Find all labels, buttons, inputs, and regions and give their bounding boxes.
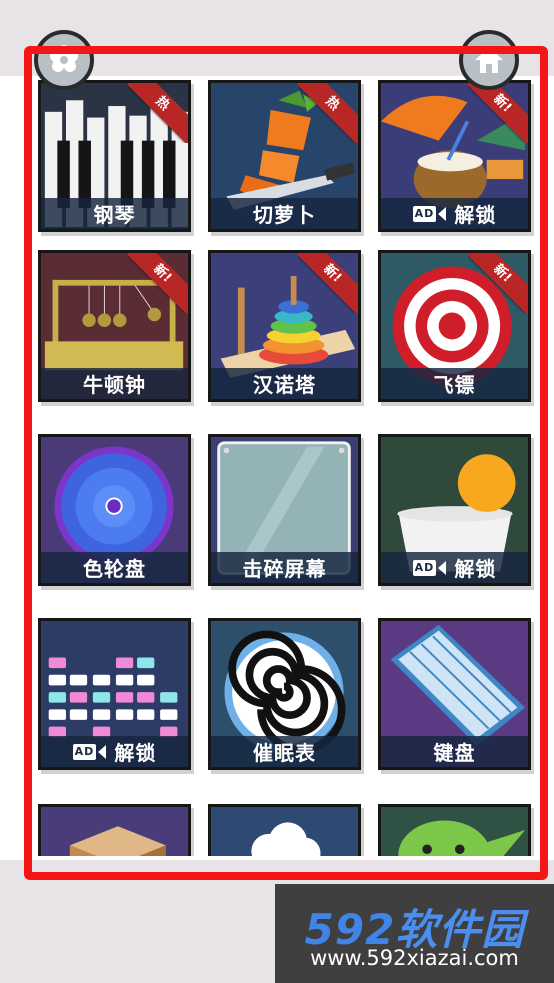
ribbon-new: 新!	[468, 253, 528, 313]
tile-label: AD 解锁	[381, 552, 528, 583]
tile-label: AD 解锁	[41, 736, 188, 767]
ribbon-hot: 热	[298, 83, 358, 143]
ad-arrow-icon	[438, 206, 447, 221]
watermark-url: www.592xiazai.com	[310, 946, 519, 970]
tile-label: 飞镖	[381, 368, 528, 399]
settings-button[interactable]	[34, 30, 94, 90]
ribbon-hot: 热	[128, 83, 188, 143]
game-tile-piano[interactable]: 热 钢琴	[38, 80, 191, 232]
tile-label: 钢琴	[41, 198, 188, 229]
game-tile-slime[interactable]	[378, 804, 531, 856]
tile-label: 色轮盘	[41, 552, 188, 583]
tile-label: 汉诺塔	[211, 368, 358, 399]
ribbon-new: 新!	[468, 83, 528, 143]
home-button[interactable]	[459, 30, 519, 90]
tile-label: AD 解锁	[381, 198, 528, 229]
cloud-art	[211, 807, 358, 856]
ribbon-new: 新!	[298, 253, 358, 313]
game-tile-cut-carrot[interactable]: 热 切萝卜	[208, 80, 361, 232]
tile-label: 催眠表	[211, 736, 358, 767]
ad-unlock-badge: AD	[72, 743, 107, 760]
home-icon	[475, 47, 503, 73]
tile-label: 键盘	[381, 736, 528, 767]
game-tile-darts[interactable]: 新! 飞镖	[378, 250, 531, 402]
ribbon-new: 新!	[128, 253, 188, 313]
ad-arrow-icon	[98, 744, 107, 759]
game-tile-coconut[interactable]: 新! AD 解锁	[378, 80, 531, 232]
game-tile-ping-pong-cup[interactable]: AD 解锁	[378, 434, 531, 586]
settings-icon	[50, 45, 78, 72]
game-tile-cloud[interactable]	[208, 804, 361, 856]
ad-unlock-badge: AD	[412, 205, 447, 222]
game-tile-hypno-clock[interactable]: 催眠表	[208, 618, 361, 770]
game-tile-keyboard[interactable]: 键盘	[378, 618, 531, 770]
ad-unlock-badge: AD	[412, 559, 447, 576]
game-tile-newtons-cradle[interactable]: 新! 牛顿钟	[38, 250, 191, 402]
game-tile-smash-screen[interactable]: 击碎屏幕	[208, 434, 361, 586]
tile-label: 击碎屏幕	[211, 552, 358, 583]
tile-label: 牛顿钟	[41, 368, 188, 399]
slime-art	[381, 807, 528, 856]
wood-block-art	[41, 807, 188, 856]
site-watermark: 592软件园 www.592xiazai.com	[275, 884, 554, 983]
game-grid[interactable]: 热 钢琴 热 切萝卜 新! AD 解锁 新! 牛顿钟 新! 汉诺塔 新! 飞镖 …	[30, 76, 536, 856]
game-tile-wood-block[interactable]	[38, 804, 191, 856]
tile-label: 切萝卜	[211, 198, 358, 229]
ad-arrow-icon	[438, 560, 447, 575]
game-tile-equalizer[interactable]: AD 解锁	[38, 618, 191, 770]
game-tile-tower-of-hanoi[interactable]: 新! 汉诺塔	[208, 250, 361, 402]
game-tile-color-wheel[interactable]: 色轮盘	[38, 434, 191, 586]
